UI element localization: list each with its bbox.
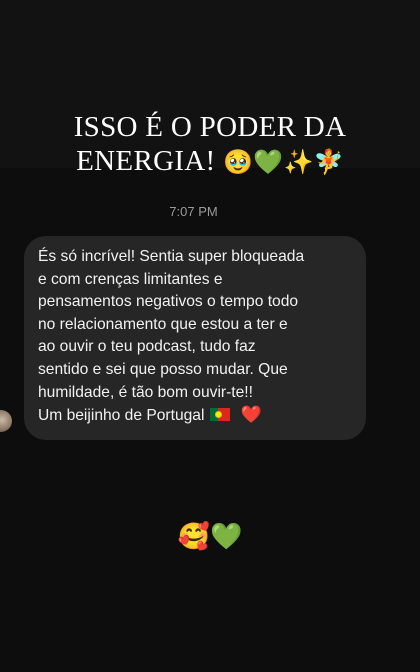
message-line-text: Um beijinho de Portugal	[38, 407, 205, 425]
message-line: pensamentos negativos o tempo todo	[38, 293, 299, 311]
story-title: ISSO É O PODER DA ENERGIA! 🥹💚✨🧚	[0, 110, 420, 179]
red-heart-emoji-icon: ❤️	[240, 405, 262, 426]
portugal-flag-icon	[210, 408, 231, 422]
message-line-last: Um beijinho de Portugal ❤️	[38, 404, 354, 428]
green-heart-emoji-icon: 💚	[253, 148, 284, 176]
fairy-emoji-icon: 🧚	[313, 148, 344, 176]
message-bubble[interactable]: És só incrível! Sentia super bloqueada e…	[24, 236, 366, 440]
message-line: no relacionamento que estou a ter e	[38, 315, 288, 333]
message-timestamp: 7:07 PM	[169, 204, 218, 219]
story-title-text-2: ENERGIA!	[76, 145, 216, 177]
pleading-face-emoji-icon: 🥹	[223, 148, 254, 176]
bottom-emoji-row: 🥰💚	[0, 520, 420, 554]
message-line: ao ouvir o teu podcast, tudo faz	[38, 338, 256, 356]
green-heart-emoji-icon: 💚	[210, 522, 243, 552]
sender-avatar[interactable]	[0, 410, 12, 432]
smiling-face-with-hearts-emoji-icon: 🥰	[177, 522, 210, 552]
sparkles-emoji-icon: ✨	[283, 148, 314, 176]
story-title-line-1: ISSO É O PODER DA	[73, 111, 347, 143]
message-line: e com crenças limitantes e	[38, 270, 223, 288]
message-line: humildade, é tão bom ouvir-te!!	[38, 383, 253, 401]
message-line: És só incrível! Sentia super bloqueada	[38, 248, 305, 265]
story-title-line-2: ENERGIA! 🥹💚✨🧚	[0, 144, 420, 179]
message-line: sentido e sei que posso mudar. Que	[38, 360, 288, 378]
